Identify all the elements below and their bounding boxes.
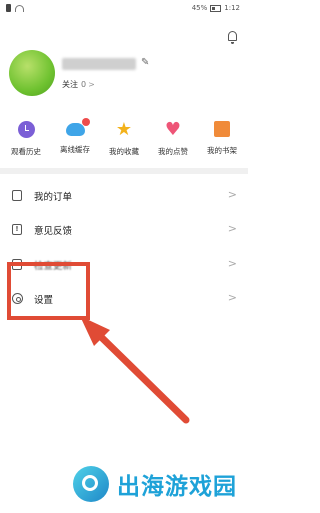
watermark: 出海游戏园 bbox=[73, 466, 237, 502]
watermark-text: 出海游戏园 bbox=[117, 474, 237, 500]
pointer-arrow-icon bbox=[80, 316, 190, 424]
watermark-logo-icon bbox=[73, 466, 109, 502]
